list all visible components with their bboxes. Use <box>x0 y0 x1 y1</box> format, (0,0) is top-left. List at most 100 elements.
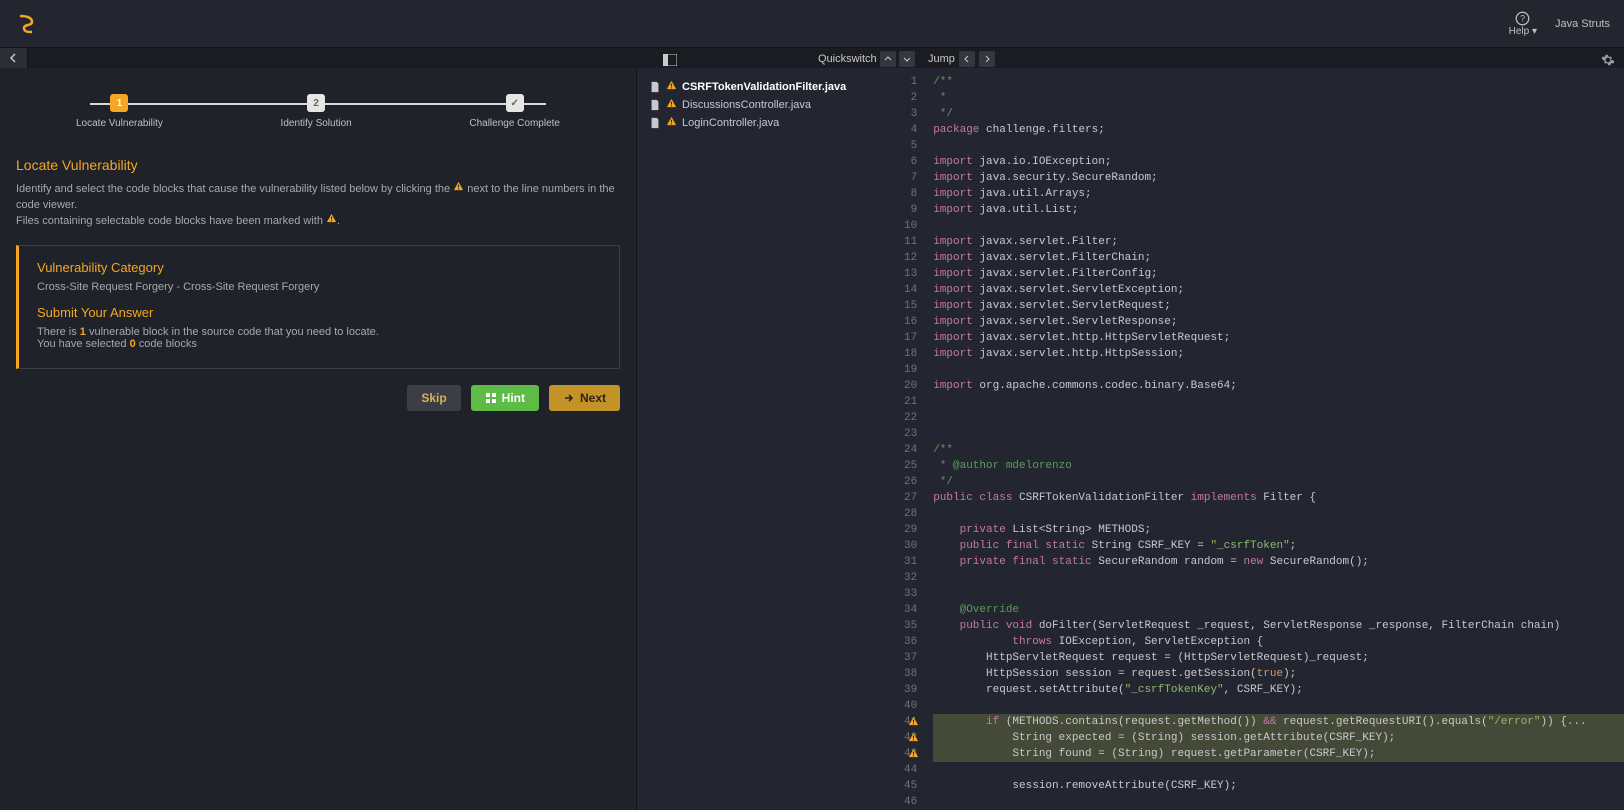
category-value: Cross-Site Request Forgery - Cross-Site … <box>37 281 601 293</box>
code-line <box>933 138 1624 154</box>
line-number: 23 <box>904 426 919 442</box>
file-item[interactable]: LoginController.java <box>645 114 896 132</box>
code-line: /** <box>933 74 1624 90</box>
step-3[interactable]: ✓ Challenge Complete <box>469 94 560 129</box>
code-line: import javax.servlet.Filter; <box>933 234 1624 250</box>
line-number: 30 <box>904 538 919 554</box>
category-title: Vulnerability Category <box>37 260 601 275</box>
code-line: import java.util.Arrays; <box>933 186 1624 202</box>
code-line <box>933 762 1624 778</box>
svg-text:?: ? <box>1520 13 1525 23</box>
locate-title: Locate Vulnerability <box>16 157 620 173</box>
line-number: 18 <box>904 346 919 362</box>
code-line[interactable]: String expected = (String) session.getAt… <box>933 730 1624 746</box>
line-number[interactable]: 42 <box>904 730 919 746</box>
code-line: */ <box>933 106 1624 122</box>
line-number: 27 <box>904 490 919 506</box>
line-number: 46 <box>904 794 919 810</box>
line-number: 10 <box>904 218 919 234</box>
line-number: 4 <box>904 122 919 138</box>
code-line <box>933 506 1624 522</box>
line-number: 11 <box>904 234 919 250</box>
line-number: 19 <box>904 362 919 378</box>
line-number: 26 <box>904 474 919 490</box>
line-number: 2 <box>904 90 919 106</box>
line-number: 35 <box>904 618 919 634</box>
file-item[interactable]: DiscussionsController.java <box>645 96 896 114</box>
jump-next[interactable] <box>979 51 995 67</box>
step-2[interactable]: 2 Identify Solution <box>281 94 352 129</box>
line-number: 38 <box>904 666 919 682</box>
line-number: 6 <box>904 154 919 170</box>
code-line: @Override <box>933 602 1624 618</box>
code-line[interactable]: if (METHODS.contains(request.getMethod()… <box>933 714 1624 730</box>
submit-text: There is 1 vulnerable block in the sourc… <box>37 326 601 350</box>
line-number: 7 <box>904 170 919 186</box>
code-line: import java.io.IOException; <box>933 154 1624 170</box>
step-1[interactable]: 1 Locate Vulnerability <box>76 94 163 129</box>
code-line: session.removeAttribute(CSRF_KEY); <box>933 778 1624 794</box>
next-button[interactable]: Next <box>549 385 620 411</box>
logo-icon[interactable] <box>14 12 38 36</box>
line-number: 33 <box>904 586 919 602</box>
file-item[interactable]: CSRFTokenValidationFilter.java <box>645 78 896 96</box>
line-number: 32 <box>904 570 919 586</box>
jump-group: Jump <box>928 51 995 67</box>
code-line: public final static String CSRF_KEY = "_… <box>933 538 1624 554</box>
code-line: import javax.servlet.http.HttpServletReq… <box>933 330 1624 346</box>
code-line[interactable]: String found = (String) request.getParam… <box>933 746 1624 762</box>
jump-prev[interactable] <box>959 51 975 67</box>
quickswitch-up[interactable] <box>880 51 896 67</box>
quickswitch-down[interactable] <box>899 51 915 67</box>
warning-icon <box>666 98 677 112</box>
code-line <box>933 218 1624 234</box>
line-number: 45 <box>904 778 919 794</box>
warning-icon <box>326 213 337 229</box>
code-line: import javax.servlet.ServletException; <box>933 282 1624 298</box>
progress-stepper: 1 Locate Vulnerability 2 Identify Soluti… <box>76 94 560 129</box>
secondary-toolbar <box>0 48 1624 68</box>
hint-button[interactable]: Hint <box>471 385 539 411</box>
line-number[interactable]: 41 <box>904 714 919 730</box>
code-line <box>933 570 1624 586</box>
code-line <box>933 794 1624 810</box>
code-line <box>933 410 1624 426</box>
code-line: import javax.servlet.FilterChain; <box>933 250 1624 266</box>
line-number: 17 <box>904 330 919 346</box>
line-number: 25 <box>904 458 919 474</box>
line-number: 16 <box>904 314 919 330</box>
skip-button[interactable]: Skip <box>407 385 460 411</box>
help-menu[interactable]: ? Help ▾ <box>1509 11 1537 37</box>
code-line <box>933 394 1624 410</box>
line-number: 28 <box>904 506 919 522</box>
code-line <box>933 698 1624 714</box>
code-line: public void doFilter(ServletRequest _req… <box>933 618 1624 634</box>
quickswitch-label: Quickswitch <box>818 53 877 65</box>
top-bar: ? Help ▾ Java Struts <box>0 0 1624 48</box>
line-number: 12 <box>904 250 919 266</box>
line-number: 8 <box>904 186 919 202</box>
line-number: 24 <box>904 442 919 458</box>
code-line: import javax.servlet.http.HttpSession; <box>933 346 1624 362</box>
gear-icon[interactable] <box>1598 51 1618 69</box>
code-line: import org.apache.commons.codec.binary.B… <box>933 378 1624 394</box>
code-line <box>933 362 1624 378</box>
instructions-pane: 1 Locate Vulnerability 2 Identify Soluti… <box>0 68 636 810</box>
line-number: 39 <box>904 682 919 698</box>
line-gutter[interactable]: 1234567891011121314151617181920212223242… <box>904 68 925 810</box>
back-button[interactable] <box>0 48 28 68</box>
code-line: HttpServletRequest request = (HttpServle… <box>933 650 1624 666</box>
panel-toggle-icon[interactable] <box>660 51 680 69</box>
code-line: import java.security.SecureRandom; <box>933 170 1624 186</box>
code-line: private List<String> METHODS; <box>933 522 1624 538</box>
code-line: import javax.servlet.ServletResponse; <box>933 314 1624 330</box>
code-line: throws IOException, ServletException { <box>933 634 1624 650</box>
code-line: private final static SecureRandom random… <box>933 554 1624 570</box>
line-number: 40 <box>904 698 919 714</box>
line-number: 29 <box>904 522 919 538</box>
line-number: 37 <box>904 650 919 666</box>
line-number[interactable]: 43 <box>904 746 919 762</box>
code-content[interactable]: /** * */package challenge.filters;import… <box>925 68 1624 810</box>
code-line: /** <box>933 442 1624 458</box>
code-viewer[interactable]: 1234567891011121314151617181920212223242… <box>904 68 1624 810</box>
